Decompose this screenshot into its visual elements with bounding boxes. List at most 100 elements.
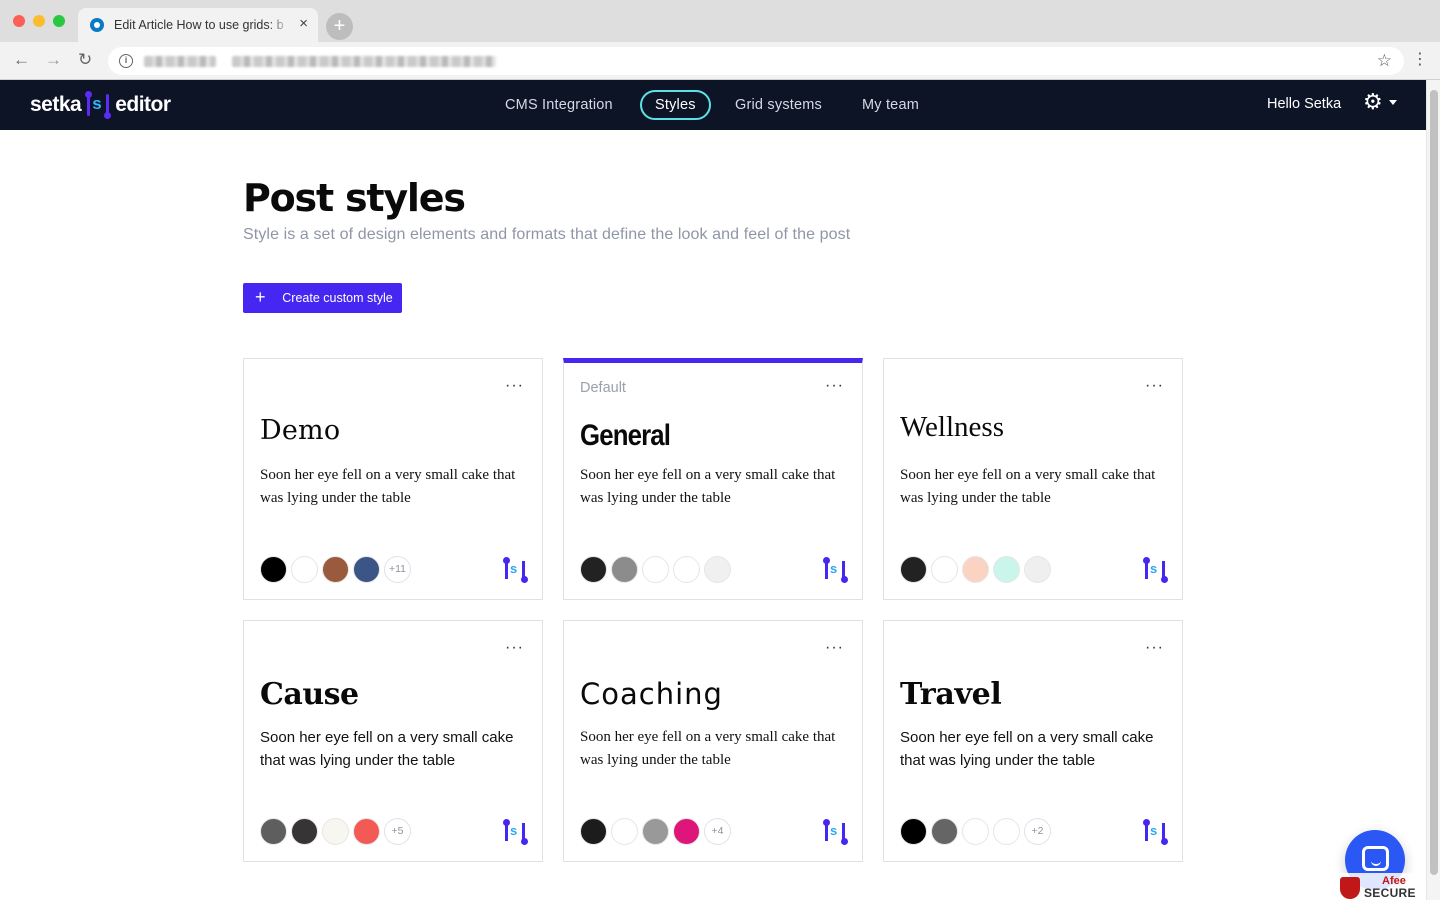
- color-swatch: [1024, 556, 1051, 583]
- forward-arrow-icon[interactable]: →: [45, 51, 62, 68]
- color-swatch: [673, 818, 700, 845]
- color-swatch: [291, 556, 318, 583]
- chat-icon: [1362, 846, 1389, 871]
- address-bar[interactable]: i ☆: [108, 47, 1404, 75]
- color-swatch: [580, 818, 607, 845]
- mcafee-secure-badge[interactable]: Afee SECURE: [1334, 873, 1426, 900]
- style-card-coaching[interactable]: ··· Coaching Soon her eye fell on a very s…: [563, 620, 863, 862]
- color-swatch: [993, 818, 1020, 845]
- color-swatch: [353, 818, 380, 845]
- back-arrow-icon[interactable]: ←: [13, 51, 30, 68]
- color-swatch: [353, 556, 380, 583]
- more-colors-count: +11: [384, 556, 411, 583]
- setka-mark-icon: s: [1142, 557, 1168, 583]
- page-title: Post styles: [243, 176, 466, 220]
- card-more-icon[interactable]: ···: [825, 378, 844, 394]
- style-card-wellness[interactable]: ··· Wellness Soon her eye fell on a very s…: [883, 358, 1183, 600]
- color-swatch: [962, 556, 989, 583]
- card-more-icon[interactable]: ···: [505, 378, 524, 394]
- style-sample-text: Soon her eye fell on a very small cake t…: [580, 467, 836, 506]
- plus-icon: +: [255, 287, 266, 307]
- style-name: Coaching: [580, 677, 723, 711]
- setka-mark-icon: s: [822, 557, 848, 583]
- create-button-label: Create custom style: [282, 291, 393, 305]
- style-card-general[interactable]: Default ··· General Soon her eye fell on a …: [563, 358, 863, 600]
- card-more-icon[interactable]: ···: [1145, 640, 1164, 656]
- style-sample-text: Soon her eye fell on a very small cake t…: [900, 729, 1154, 769]
- tab-title: Edit Article How to use grids: b: [114, 18, 284, 32]
- color-swatch: [322, 818, 349, 845]
- url-blurred: [232, 56, 496, 67]
- logo-mark-letter: s: [92, 94, 102, 113]
- gear-icon[interactable]: ⚙: [1363, 91, 1383, 113]
- scrollbar-thumb[interactable]: [1430, 90, 1438, 875]
- nav-my-team[interactable]: My team: [862, 90, 919, 120]
- setka-mark-icon: s: [822, 819, 848, 845]
- color-swatches: +5: [260, 818, 415, 845]
- color-swatch: [611, 818, 638, 845]
- color-swatch: [900, 818, 927, 845]
- color-swatch: [260, 556, 287, 583]
- browser-menu-icon[interactable]: ⋮: [1412, 52, 1428, 68]
- nav-styles[interactable]: Styles: [640, 90, 711, 120]
- color-swatch: [962, 818, 989, 845]
- style-sample-text: Soon her eye fell on a very small cake t…: [580, 729, 836, 768]
- style-sample-text: Soon her eye fell on a very small cake t…: [260, 467, 516, 506]
- style-card-travel[interactable]: ··· Travel Soon her eye fell on a very sma…: [883, 620, 1183, 862]
- color-swatch: [704, 556, 731, 583]
- color-swatches: [900, 556, 1055, 583]
- drupal-favicon-icon: [90, 18, 104, 32]
- style-card-cause[interactable]: ··· Cause Soon her eye fell on a very smal…: [243, 620, 543, 862]
- setka-editor-logo[interactable]: setka s editor: [30, 91, 171, 119]
- style-card-demo[interactable]: ··· Demo Soon her eye fell on a very small…: [243, 358, 543, 600]
- color-swatch: [900, 556, 927, 583]
- style-name: Wellness: [900, 411, 1004, 443]
- url-blurred: [144, 56, 216, 67]
- style-name: Travel: [900, 677, 1002, 712]
- style-sample-text: Soon her eye fell on a very small cake t…: [260, 729, 514, 769]
- color-swatches: +4: [580, 818, 735, 845]
- window-zoom-button[interactable]: [53, 15, 65, 27]
- default-tag: Default: [580, 380, 626, 396]
- style-name: Cause: [260, 677, 359, 712]
- nav-cms-integration[interactable]: CMS Integration: [505, 90, 613, 120]
- window-close-button[interactable]: [13, 15, 25, 27]
- info-icon[interactable]: i: [119, 54, 133, 68]
- badge-line-2: SECURE: [1364, 886, 1416, 900]
- card-more-icon[interactable]: ···: [825, 640, 844, 656]
- user-greeting[interactable]: Hello Setka: [1267, 96, 1341, 112]
- color-swatches: +11: [260, 556, 415, 583]
- browser-tab[interactable]: Edit Article How to use grids: b ×: [78, 8, 318, 42]
- color-swatch: [931, 818, 958, 845]
- reload-icon[interactable]: ↻: [78, 51, 92, 68]
- color-swatch: [580, 556, 607, 583]
- color-swatch: [642, 818, 669, 845]
- color-swatch: [642, 556, 669, 583]
- setka-mark-icon: s: [502, 819, 528, 845]
- tab-close-icon[interactable]: ×: [299, 16, 308, 31]
- nav-grid-systems[interactable]: Grid systems: [735, 90, 822, 120]
- style-name: General: [580, 419, 671, 452]
- star-icon[interactable]: ☆: [1377, 51, 1392, 71]
- logo-text-editor: editor: [115, 93, 171, 116]
- color-swatch: [322, 556, 349, 583]
- page-scrollbar[interactable]: [1426, 80, 1440, 900]
- color-swatch: [260, 818, 287, 845]
- shield-icon: [1340, 877, 1360, 899]
- setka-mark-icon: s: [84, 91, 112, 119]
- more-colors-count: +2: [1024, 818, 1051, 845]
- color-swatch: [673, 556, 700, 583]
- color-swatches: [580, 556, 735, 583]
- card-more-icon[interactable]: ···: [1145, 378, 1164, 394]
- card-more-icon[interactable]: ···: [505, 640, 524, 656]
- window-minimize-button[interactable]: [33, 15, 45, 27]
- page-subtitle: Style is a set of design elements and fo…: [243, 226, 851, 243]
- app-header: setka s editor CMS Integration Styles Gr…: [0, 80, 1426, 130]
- create-custom-style-button[interactable]: + Create custom style: [243, 283, 402, 313]
- more-colors-count: +5: [384, 818, 411, 845]
- chevron-down-icon[interactable]: [1389, 100, 1397, 105]
- color-swatch: [993, 556, 1020, 583]
- style-sample-text: Soon her eye fell on a very small cake t…: [900, 467, 1156, 506]
- new-tab-button[interactable]: +: [326, 13, 353, 40]
- browser-titlebar: Edit Article How to use grids: b × +: [0, 0, 1440, 42]
